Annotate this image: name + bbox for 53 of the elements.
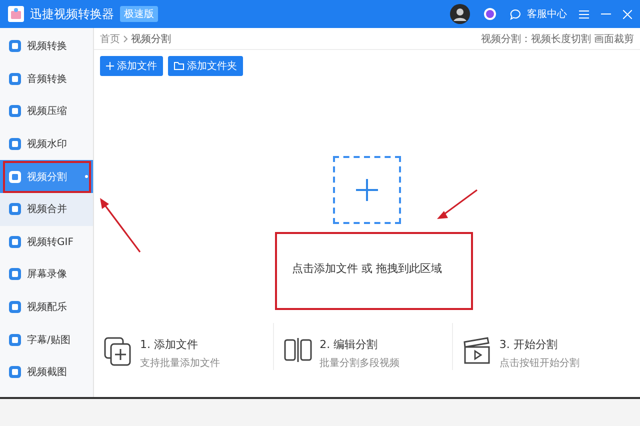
feature-icon xyxy=(8,332,22,347)
window-title: 迅捷视频转换器 xyxy=(30,6,114,22)
feature-icon xyxy=(8,39,22,54)
sidebar-item[interactable]: 视频截图 xyxy=(0,356,93,389)
feature-icon xyxy=(8,170,22,184)
feature-hint: 视频分割：视频长度切割 画面裁剪 xyxy=(480,32,634,46)
app-logo-icon xyxy=(8,6,24,22)
chevron-icon xyxy=(123,34,128,42)
feature-icon xyxy=(8,365,22,380)
sidebar-item[interactable]: 视频转GIF xyxy=(0,226,93,258)
close-icon[interactable] xyxy=(623,10,632,18)
sidebar-item[interactable]: 音频转换 xyxy=(0,62,93,96)
sidebar-item[interactable]: 视频压缩 xyxy=(0,95,93,128)
sidebar-item[interactable]: 屏幕录像 xyxy=(0,258,93,291)
add-folder-button[interactable]: 添加文件夹 xyxy=(168,56,243,76)
avatar-icon[interactable] xyxy=(450,4,470,24)
support-link[interactable]: 客服中心 xyxy=(527,7,567,21)
sidebar-item[interactable]: 视频配乐 xyxy=(0,290,93,324)
annotation-arrow xyxy=(100,198,141,252)
clapperboard-icon xyxy=(463,337,492,365)
breadcrumb-current: 视频分割 xyxy=(131,32,171,46)
sidebar-item[interactable]: 视频合并 xyxy=(0,192,93,226)
menu-icon[interactable] xyxy=(579,10,589,18)
split-icon xyxy=(284,337,312,363)
feature-icon xyxy=(8,137,22,152)
chat-icon[interactable] xyxy=(510,8,521,20)
edition-badge: 极速版 xyxy=(120,6,158,22)
add-file-dropzone[interactable] xyxy=(333,156,401,224)
step-subtitle: 批量分割多段视频 xyxy=(320,356,400,370)
annotation-arrow xyxy=(437,189,478,219)
add-file-icon xyxy=(104,337,132,367)
step-title: 2. 编辑分割 xyxy=(320,337,379,352)
plus-icon xyxy=(106,62,114,70)
add-file-button[interactable]: 添加文件 xyxy=(100,56,163,76)
breadcrumb-link[interactable]: 首页 xyxy=(100,32,120,46)
minimize-icon[interactable] xyxy=(601,13,611,15)
vip-icon[interactable] xyxy=(484,8,496,20)
feature-icon xyxy=(8,267,22,282)
dropzone-hint: 点击添加文件 或 拖拽到此区域 xyxy=(292,261,442,276)
sidebar-item[interactable]: 视频水印 xyxy=(0,128,93,160)
sidebar-item[interactable]: 视频转换 xyxy=(0,30,93,63)
feature-icon xyxy=(8,104,22,118)
step-subtitle: 点击按钮开始分割 xyxy=(499,356,580,370)
sidebar-item[interactable]: 字幕/贴图 xyxy=(0,323,93,356)
folder-icon xyxy=(174,62,184,70)
feature-icon xyxy=(8,72,22,86)
feature-icon xyxy=(8,234,22,249)
step-title: 1. 添加文件 xyxy=(140,337,199,352)
feature-icon xyxy=(8,300,22,314)
feature-icon xyxy=(8,202,22,216)
step-title: 3. 开始分割 xyxy=(499,337,558,352)
step-subtitle: 支持批量添加文件 xyxy=(140,356,220,370)
plus-icon xyxy=(356,179,378,201)
